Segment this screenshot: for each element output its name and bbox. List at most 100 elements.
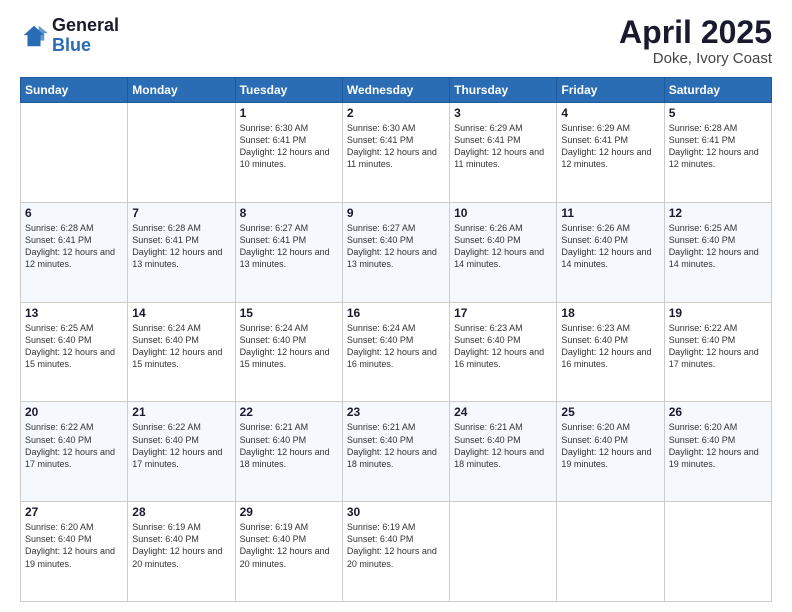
day-number: 16 [347, 306, 445, 320]
calendar-header-cell: Thursday [450, 78, 557, 103]
day-info: Sunrise: 6:19 AM Sunset: 6:40 PM Dayligh… [347, 521, 445, 570]
day-info: Sunrise: 6:24 AM Sunset: 6:40 PM Dayligh… [132, 322, 230, 371]
day-info: Sunrise: 6:23 AM Sunset: 6:40 PM Dayligh… [561, 322, 659, 371]
calendar-cell [450, 502, 557, 602]
calendar-cell: 29 Sunrise: 6:19 AM Sunset: 6:40 PM Dayli… [235, 502, 342, 602]
header: General Blue April 2025 Doke, Ivory Coas… [20, 16, 772, 67]
day-number: 11 [561, 206, 659, 220]
day-number: 19 [669, 306, 767, 320]
day-number: 15 [240, 306, 338, 320]
title-block: April 2025 Doke, Ivory Coast [619, 16, 772, 67]
calendar-cell: 18 Sunrise: 6:23 AM Sunset: 6:40 PM Dayli… [557, 302, 664, 402]
logo-icon [20, 22, 48, 50]
day-number: 22 [240, 405, 338, 419]
day-number: 5 [669, 106, 767, 120]
calendar-cell: 1 Sunrise: 6:30 AM Sunset: 6:41 PM Daylig… [235, 103, 342, 203]
calendar-cell: 5 Sunrise: 6:28 AM Sunset: 6:41 PM Daylig… [664, 103, 771, 203]
logo-blue: Blue [52, 36, 119, 56]
logo-general: General [52, 16, 119, 36]
day-number: 8 [240, 206, 338, 220]
day-info: Sunrise: 6:29 AM Sunset: 6:41 PM Dayligh… [561, 122, 659, 171]
calendar-cell: 22Sunrise: 6:21 AM Sunset: 6:40 PM Dayli… [235, 402, 342, 502]
day-number: 18 [561, 306, 659, 320]
calendar-cell: 17Sunrise: 6:23 AM Sunset: 6:40 PM Dayli… [450, 302, 557, 402]
calendar-cell: 25Sunrise: 6:20 AM Sunset: 6:40 PM Dayli… [557, 402, 664, 502]
calendar-week-row: 27Sunrise: 6:20 AM Sunset: 6:40 PM Dayli… [21, 502, 772, 602]
title-location: Doke, Ivory Coast [619, 50, 772, 67]
calendar-cell: 20Sunrise: 6:22 AM Sunset: 6:40 PM Dayli… [21, 402, 128, 502]
day-info: Sunrise: 6:19 AM Sunset: 6:40 PM Dayligh… [240, 521, 338, 570]
calendar-week-row: 13 Sunrise: 6:25 AM Sunset: 6:40 PM Dayli… [21, 302, 772, 402]
calendar-cell: 15 Sunrise: 6:24 AM Sunset: 6:40 PM Dayli… [235, 302, 342, 402]
day-info: Sunrise: 6:24 AM Sunset: 6:40 PM Dayligh… [347, 322, 445, 371]
calendar-cell: 11 Sunrise: 6:26 AM Sunset: 6:40 PM Dayli… [557, 202, 664, 302]
day-number: 25 [561, 405, 659, 419]
day-number: 9 [347, 206, 445, 220]
calendar-header-cell: Friday [557, 78, 664, 103]
day-number: 23 [347, 405, 445, 419]
day-info: Sunrise: 6:19 AM Sunset: 6:40 PM Dayligh… [132, 521, 230, 570]
day-number: 2 [347, 106, 445, 120]
day-info: Sunrise: 6:26 AM Sunset: 6:40 PM Dayligh… [561, 222, 659, 271]
logo-text: General Blue [52, 16, 119, 56]
calendar-header-row: SundayMondayTuesdayWednesdayThursdayFrid… [21, 78, 772, 103]
day-info: Sunrise: 6:22 AM Sunset: 6:40 PM Dayligh… [132, 421, 230, 470]
calendar-cell: 8 Sunrise: 6:27 AM Sunset: 6:41 PM Daylig… [235, 202, 342, 302]
calendar-week-row: 20Sunrise: 6:22 AM Sunset: 6:40 PM Dayli… [21, 402, 772, 502]
day-info: Sunrise: 6:25 AM Sunset: 6:40 PM Dayligh… [669, 222, 767, 271]
day-info: Sunrise: 6:21 AM Sunset: 6:40 PM Dayligh… [454, 421, 552, 470]
calendar-cell: 30 Sunrise: 6:19 AM Sunset: 6:40 PM Dayli… [342, 502, 449, 602]
calendar-cell: 9 Sunrise: 6:27 AM Sunset: 6:40 PM Daylig… [342, 202, 449, 302]
page: General Blue April 2025 Doke, Ivory Coas… [0, 0, 792, 612]
day-info: Sunrise: 6:30 AM Sunset: 6:41 PM Dayligh… [347, 122, 445, 171]
day-number: 30 [347, 505, 445, 519]
calendar-cell: 10Sunrise: 6:26 AM Sunset: 6:40 PM Dayli… [450, 202, 557, 302]
calendar-header-cell: Saturday [664, 78, 771, 103]
day-info: Sunrise: 6:27 AM Sunset: 6:40 PM Dayligh… [347, 222, 445, 271]
day-info: Sunrise: 6:25 AM Sunset: 6:40 PM Dayligh… [25, 322, 123, 371]
day-info: Sunrise: 6:28 AM Sunset: 6:41 PM Dayligh… [669, 122, 767, 171]
day-info: Sunrise: 6:27 AM Sunset: 6:41 PM Dayligh… [240, 222, 338, 271]
day-number: 13 [25, 306, 123, 320]
calendar-cell: 14 Sunrise: 6:24 AM Sunset: 6:40 PM Dayli… [128, 302, 235, 402]
day-info: Sunrise: 6:28 AM Sunset: 6:41 PM Dayligh… [25, 222, 123, 271]
calendar-cell: 12Sunrise: 6:25 AM Sunset: 6:40 PM Dayli… [664, 202, 771, 302]
day-number: 7 [132, 206, 230, 220]
day-number: 14 [132, 306, 230, 320]
calendar-week-row: 6 Sunrise: 6:28 AM Sunset: 6:41 PM Daylig… [21, 202, 772, 302]
day-number: 29 [240, 505, 338, 519]
day-info: Sunrise: 6:22 AM Sunset: 6:40 PM Dayligh… [25, 421, 123, 470]
day-number: 27 [25, 505, 123, 519]
day-number: 4 [561, 106, 659, 120]
day-info: Sunrise: 6:20 AM Sunset: 6:40 PM Dayligh… [669, 421, 767, 470]
calendar-header-cell: Sunday [21, 78, 128, 103]
calendar-cell: 3Sunrise: 6:29 AM Sunset: 6:41 PM Daylig… [450, 103, 557, 203]
calendar-header-cell: Monday [128, 78, 235, 103]
day-info: Sunrise: 6:30 AM Sunset: 6:41 PM Dayligh… [240, 122, 338, 171]
calendar-cell [664, 502, 771, 602]
day-number: 1 [240, 106, 338, 120]
calendar-cell: 16 Sunrise: 6:24 AM Sunset: 6:40 PM Dayli… [342, 302, 449, 402]
calendar-cell: 24Sunrise: 6:21 AM Sunset: 6:40 PM Dayli… [450, 402, 557, 502]
day-number: 10 [454, 206, 552, 220]
calendar-cell: 4 Sunrise: 6:29 AM Sunset: 6:41 PM Daylig… [557, 103, 664, 203]
calendar-header-cell: Wednesday [342, 78, 449, 103]
calendar-cell: 23Sunrise: 6:21 AM Sunset: 6:40 PM Dayli… [342, 402, 449, 502]
calendar-cell: 19 Sunrise: 6:22 AM Sunset: 6:40 PM Dayli… [664, 302, 771, 402]
calendar-cell: 27Sunrise: 6:20 AM Sunset: 6:40 PM Dayli… [21, 502, 128, 602]
day-info: Sunrise: 6:29 AM Sunset: 6:41 PM Dayligh… [454, 122, 552, 171]
calendar-cell [21, 103, 128, 203]
calendar-cell: 7 Sunrise: 6:28 AM Sunset: 6:41 PM Daylig… [128, 202, 235, 302]
day-number: 6 [25, 206, 123, 220]
calendar-cell [128, 103, 235, 203]
calendar-cell [557, 502, 664, 602]
day-info: Sunrise: 6:28 AM Sunset: 6:41 PM Dayligh… [132, 222, 230, 271]
day-info: Sunrise: 6:24 AM Sunset: 6:40 PM Dayligh… [240, 322, 338, 371]
logo: General Blue [20, 16, 119, 56]
day-info: Sunrise: 6:23 AM Sunset: 6:40 PM Dayligh… [454, 322, 552, 371]
calendar-cell: 6 Sunrise: 6:28 AM Sunset: 6:41 PM Daylig… [21, 202, 128, 302]
day-info: Sunrise: 6:22 AM Sunset: 6:40 PM Dayligh… [669, 322, 767, 371]
day-number: 26 [669, 405, 767, 419]
title-month: April 2025 [619, 16, 772, 48]
calendar-cell: 21Sunrise: 6:22 AM Sunset: 6:40 PM Dayli… [128, 402, 235, 502]
